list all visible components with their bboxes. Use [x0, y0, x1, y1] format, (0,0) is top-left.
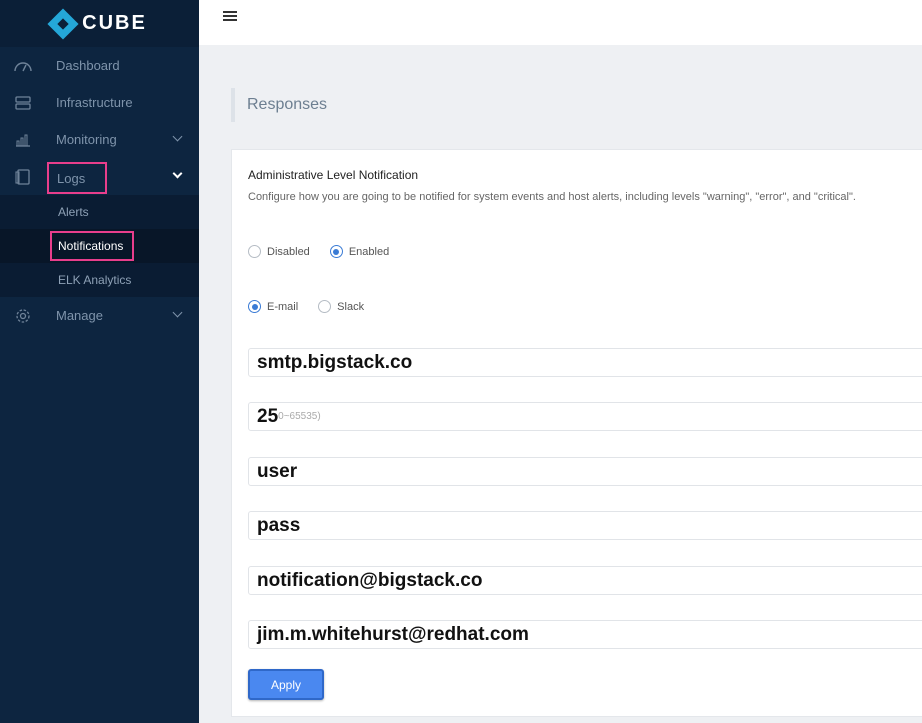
sidebar-item-label: Dashboard [56, 58, 120, 73]
bar-chart-icon [14, 131, 32, 149]
gear-icon [14, 307, 32, 325]
sidebar-item-monitoring[interactable]: Monitoring [0, 121, 199, 158]
card-description: Configure how you are going to be notifi… [248, 191, 856, 203]
logo-text: CUBE [82, 12, 147, 34]
smtp-port-value: 25 [257, 405, 279, 427]
smtp-port-field[interactable]: 25 0~65535) [248, 402, 922, 431]
sender-field[interactable]: notification@bigstack.co [248, 566, 922, 595]
sidebar-item-label: Logs [47, 162, 107, 194]
top-bar [199, 0, 922, 45]
logo[interactable]: CUBE [0, 0, 199, 47]
sender-value: notification@bigstack.co [257, 569, 483, 591]
server-icon [14, 94, 32, 112]
sidebar-item-infrastructure[interactable]: Infrastructure [0, 84, 199, 121]
password-value: pass [257, 514, 301, 536]
sidebar-item-logs[interactable]: Logs [0, 158, 199, 195]
notification-settings-card: Administrative Level Notification Config… [231, 149, 922, 717]
radio-label-slack: Slack [337, 300, 365, 313]
dashboard-icon [14, 57, 32, 75]
card-title: Administrative Level Notification [248, 168, 419, 182]
sidebar-subitem-label: Alerts [58, 205, 89, 219]
chevron-down-icon [172, 131, 183, 142]
smtp-port-hint: 0~65535) [278, 411, 321, 422]
radio-enabled[interactable] [329, 245, 343, 258]
radio-label-enabled: Enabled [348, 245, 390, 258]
radio-email[interactable] [248, 300, 261, 313]
channel-radio-group: E-mail Slack [248, 300, 378, 313]
password-field[interactable]: pass [248, 511, 922, 540]
apply-button[interactable]: Apply [248, 669, 324, 700]
cube-logo-icon [47, 7, 79, 40]
sidebar: CUBE Dashboard Infrastructure Monitoring… [0, 0, 199, 723]
chevron-down-icon [172, 307, 183, 318]
sidebar-item-manage[interactable]: Manage [0, 297, 199, 334]
sidebar-item-label: Manage [56, 308, 103, 323]
username-field[interactable]: user [248, 457, 922, 486]
sidebar-item-label: Infrastructure [56, 95, 133, 110]
logs-submenu: Alerts Notifications ELK Analytics [0, 195, 199, 297]
radio-disabled[interactable] [248, 245, 261, 258]
sidebar-subitem-notifications[interactable]: Notifications [0, 229, 199, 263]
username-value: user [257, 460, 298, 482]
radio-label-email: E-mail [267, 300, 299, 313]
radio-slack[interactable] [318, 300, 332, 313]
sidebar-subitem-label: Notifications [50, 231, 134, 261]
state-radio-group: Disabled Enabled [248, 245, 403, 258]
smtp-host-field[interactable]: smtp.bigstack.co [248, 348, 922, 377]
logs-icon [14, 168, 32, 186]
radio-label-disabled: Disabled [267, 245, 310, 258]
sidebar-subitem-elk-analytics[interactable]: ELK Analytics [0, 263, 199, 297]
chevron-down-icon [172, 168, 183, 179]
sidebar-item-label: Monitoring [56, 132, 117, 147]
recipient-value: jim.m.whitehurst@redhat.com [257, 623, 529, 645]
recipient-field[interactable]: jim.m.whitehurst@redhat.com [248, 620, 922, 649]
sidebar-subitem-alerts[interactable]: Alerts [0, 195, 199, 229]
page-title: Responses [231, 88, 327, 122]
sidebar-subitem-label: ELK Analytics [58, 273, 132, 287]
sidebar-item-dashboard[interactable]: Dashboard [0, 47, 199, 84]
smtp-host-value: smtp.bigstack.co [257, 351, 413, 373]
hamburger-menu-icon[interactable] [223, 11, 237, 21]
